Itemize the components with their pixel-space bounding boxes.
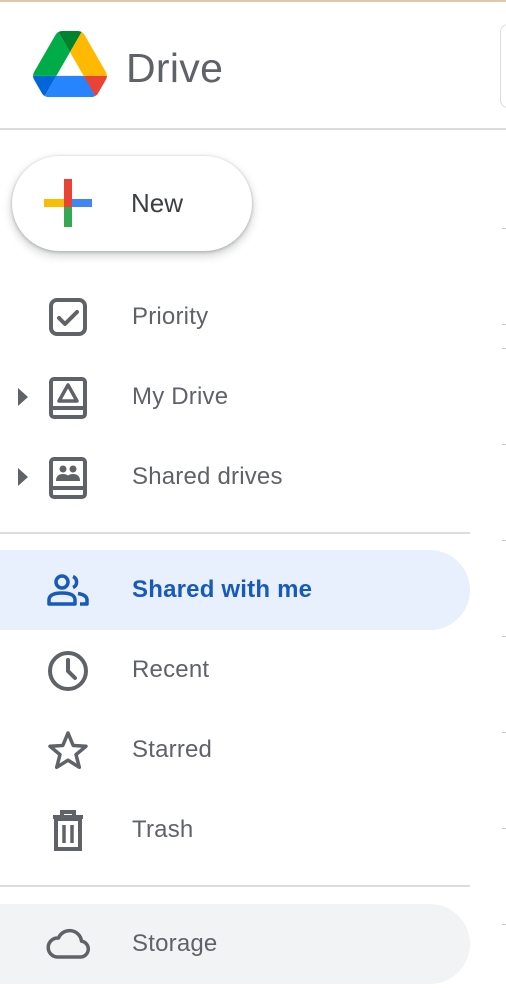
content-edge-mark	[502, 228, 506, 229]
sidebar-item-label: Shared with me	[132, 576, 313, 603]
trash-icon	[44, 807, 92, 855]
shared-drives-icon	[44, 454, 92, 502]
sidebar-item-recent[interactable]: Recent	[0, 630, 470, 710]
sidebar-item-storage[interactable]: Storage	[0, 904, 470, 984]
content-edge-mark	[502, 540, 506, 541]
my-drive-icon	[44, 374, 92, 422]
sidebar-item-label: My Drive	[132, 383, 229, 410]
sidebar-item-priority[interactable]: Priority	[0, 277, 470, 357]
nav-divider	[0, 885, 470, 887]
app-header: Drive	[0, 2, 506, 128]
sidebar-item-label: Starred	[132, 736, 213, 763]
plus-multicolor-icon	[44, 179, 92, 227]
expand-caret-icon[interactable]	[17, 464, 29, 490]
content-edge-mark	[502, 732, 506, 733]
content-edge-mark	[502, 924, 506, 925]
content-edge-mark	[502, 444, 506, 445]
people-icon	[44, 567, 92, 615]
sidebar-item-shared-with-me[interactable]: Shared with me	[0, 550, 470, 630]
sidebar-item-trash[interactable]: Trash	[0, 790, 470, 870]
expand-caret-icon[interactable]	[17, 384, 29, 410]
sidebar-item-my-drive[interactable]: My Drive	[0, 357, 470, 437]
header-divider	[0, 128, 506, 130]
sidebar-item-label: Shared drives	[132, 463, 283, 490]
star-icon	[44, 727, 92, 775]
content-edge-mark	[502, 348, 506, 349]
sidebar-item-starred[interactable]: Starred	[0, 710, 470, 790]
sidebar-item-shared-drives[interactable]: Shared drives	[0, 437, 470, 517]
new-button-label: New	[131, 188, 184, 218]
sidebar-item-label: Storage	[132, 930, 218, 957]
sidebar-item-label: Recent	[132, 656, 210, 683]
content-edge-mark	[502, 828, 506, 829]
google-drive-logo-icon[interactable]	[33, 31, 107, 97]
drive-sidebar-page: Drive New Priority My Drive Shared drive…	[0, 0, 506, 988]
clock-icon	[44, 647, 92, 695]
sidebar-item-label: Priority	[132, 303, 209, 330]
new-button[interactable]: New	[12, 156, 252, 251]
content-edge-mark	[502, 324, 506, 325]
checkbox-icon	[44, 294, 92, 342]
search-panel-edge	[500, 24, 506, 108]
nav-divider	[0, 532, 470, 534]
sidebar-item-label: Trash	[132, 816, 194, 843]
content-edge-mark	[502, 636, 506, 637]
app-title: Drive	[126, 45, 224, 91]
cloud-icon	[44, 921, 92, 969]
